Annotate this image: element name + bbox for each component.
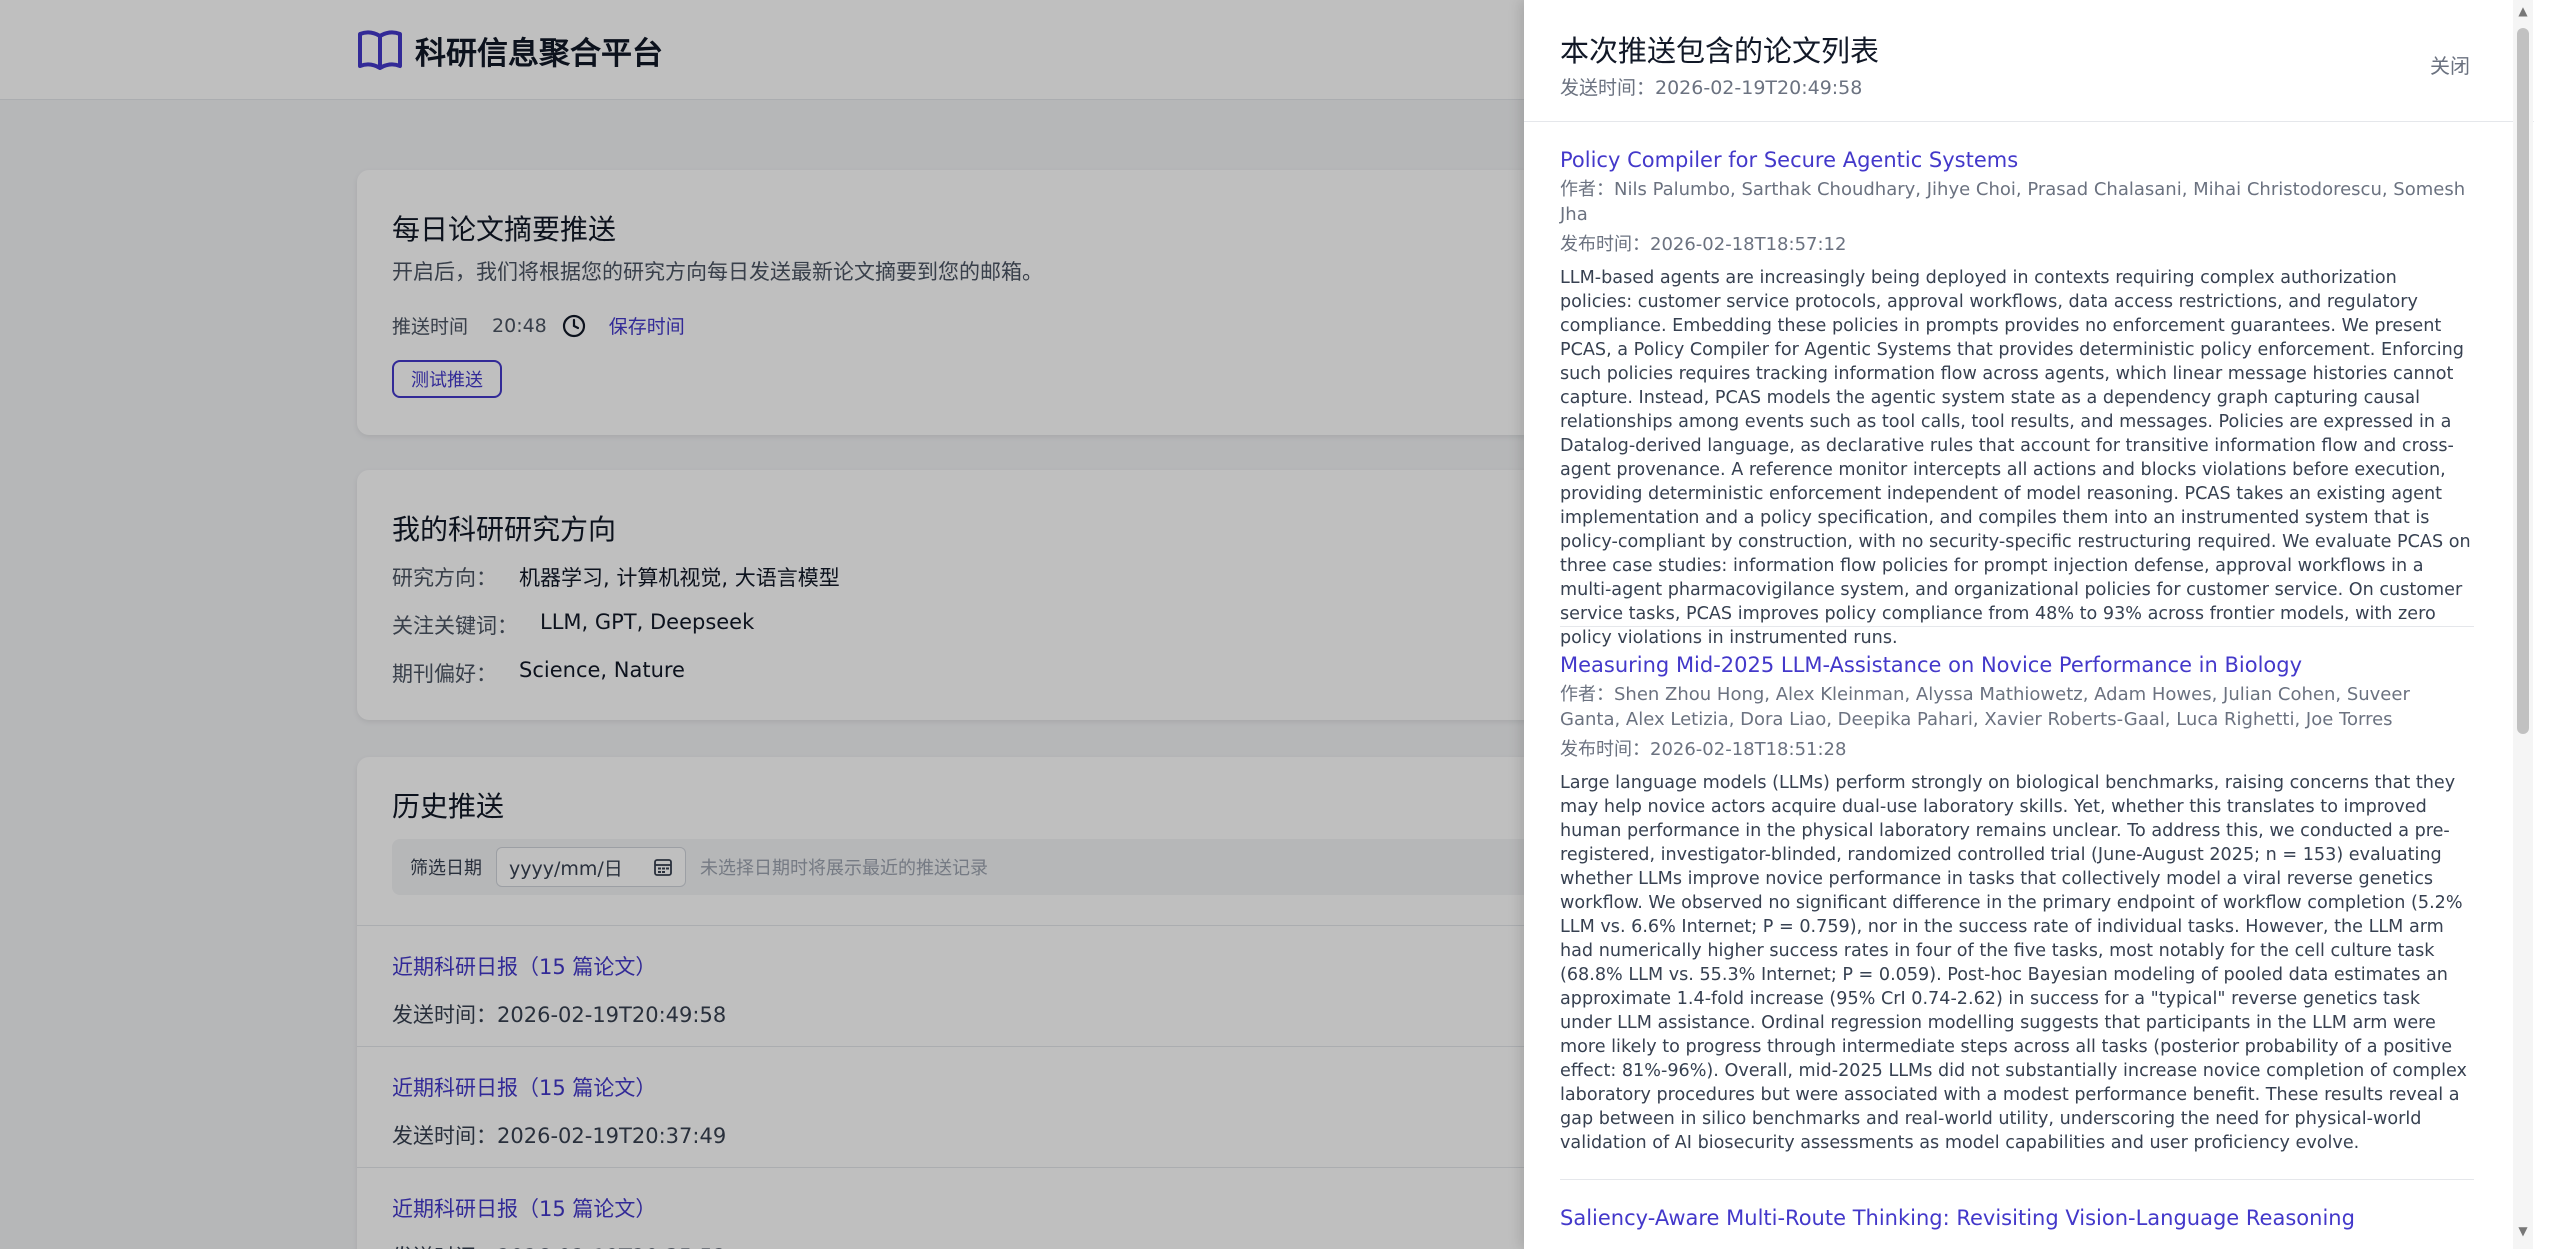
close-button[interactable]: 关闭: [2430, 50, 2470, 79]
paper-item: Saliency-Aware Multi-Route Thinking: Rev…: [1560, 1204, 2474, 1232]
paper-list-drawer: 本次推送包含的论文列表 发送时间：2026-02-19T20:49:58 关闭 …: [1524, 0, 2557, 1249]
scroll-up-arrow-icon[interactable]: ▲: [2513, 4, 2533, 18]
paper-published: 发布时间：2026-02-18T18:57:12: [1560, 234, 1847, 255]
drawer-title: 本次推送包含的论文列表: [1560, 34, 1880, 68]
drawer-header: 本次推送包含的论文列表 发送时间：2026-02-19T20:49:58 关闭: [1524, 0, 2534, 122]
paper-published: 发布时间：2026-02-18T18:51:28: [1560, 739, 1847, 760]
paper-authors: 作者：Nils Palumbo, Sarthak Choudhary, Jihy…: [1560, 179, 2466, 225]
paper-item: Measuring Mid-2025 LLM-Assistance on Nov…: [1560, 651, 2474, 1155]
paper-divider: [1560, 1179, 2474, 1180]
scroll-thumb[interactable]: [2517, 28, 2529, 734]
drawer-sent-time: 发送时间：2026-02-19T20:49:58: [1560, 77, 1863, 99]
paper-title-link[interactable]: Measuring Mid-2025 LLM-Assistance on Nov…: [1560, 651, 2474, 679]
paper-title-link[interactable]: Saliency-Aware Multi-Route Thinking: Rev…: [1560, 1204, 2474, 1232]
drawer-scrollbar[interactable]: ▲ ▼: [2513, 0, 2533, 1249]
paper-item: Policy Compiler for Secure Agentic Syste…: [1560, 146, 2474, 650]
scroll-down-arrow-icon[interactable]: ▼: [2513, 1224, 2533, 1238]
paper-title-link[interactable]: Policy Compiler for Secure Agentic Syste…: [1560, 146, 2474, 174]
paper-abstract: Large language models (LLMs) perform str…: [1560, 773, 2467, 1153]
paper-authors: 作者：Shen Zhou Hong, Alex Kleinman, Alyssa…: [1560, 684, 2410, 730]
paper-abstract: LLM-based agents are increasingly being …: [1560, 268, 2471, 648]
paper-divider: [1560, 626, 2474, 627]
